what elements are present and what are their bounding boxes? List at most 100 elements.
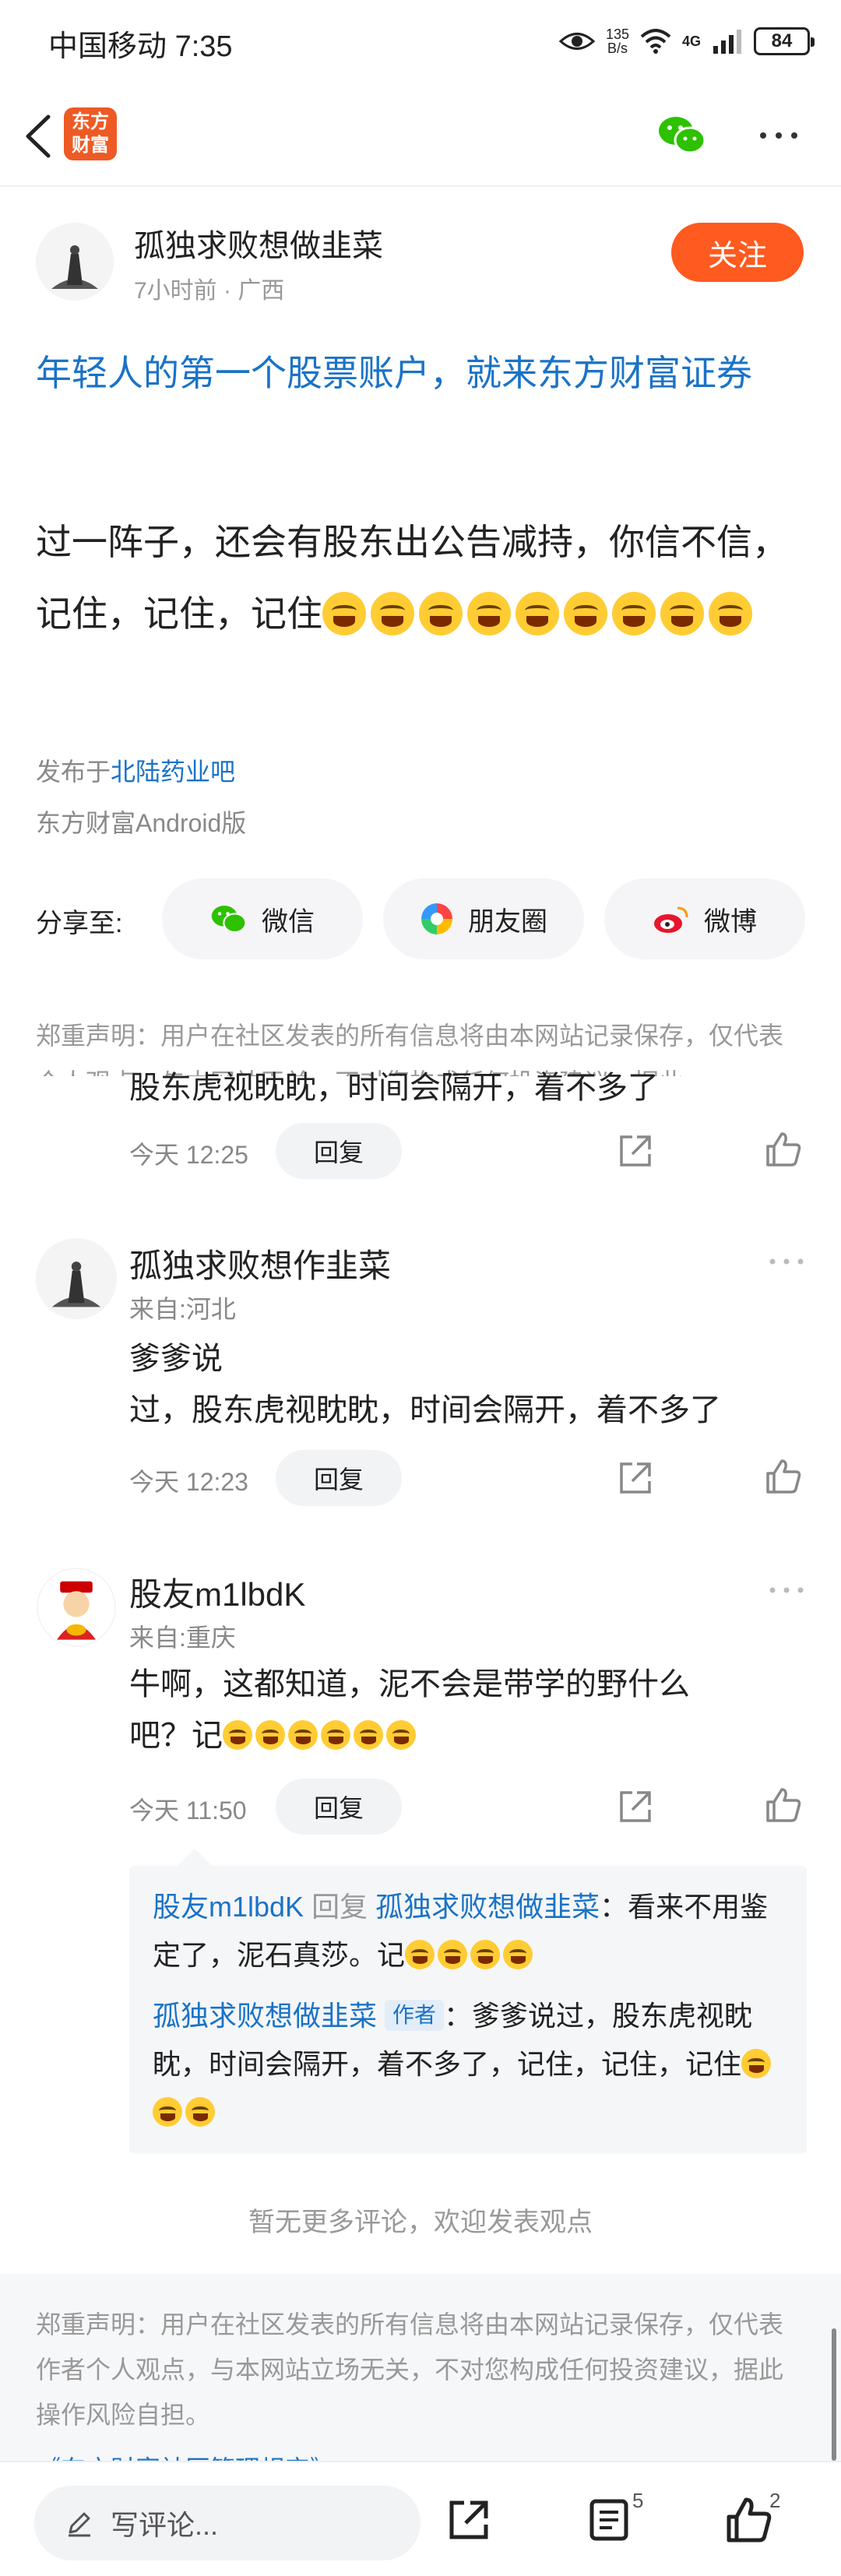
nav-bar: 东方 财富 [0,92,841,179]
laughing-emoji-icon [405,1940,435,1970]
share-moments-button[interactable]: 朋友圈 [383,878,584,959]
comment-text: 牛啊，这都知道，泥不会是带学的野什么 吧？记 [129,1659,807,1761]
comment-input[interactable]: 写评论... [34,2486,420,2560]
wifi-icon [640,29,671,54]
more-options-icon[interactable] [755,112,802,159]
comment-text-fragment: 吧？记 [129,1719,223,1753]
origin-prefix: 发布于 [36,758,111,786]
origin-bar-link[interactable]: 北陆药业吧 [111,758,235,786]
comment-text-line: 爹爹说 [129,1342,223,1376]
net-speed: 135 B/s [606,27,629,55]
thumbs-up-icon[interactable] [763,1456,804,1497]
commenter-avatar[interactable] [36,1567,117,1648]
eastmoney-logo[interactable]: 东方 财富 [64,107,117,160]
share-icon[interactable] [615,1458,656,1498]
nested-reply[interactable]: 孤独求败想做韭菜 作者 ：爹爹说过，股东虎视眈眈，时间会隔开，着不多了，记住，记住… [153,1992,783,2137]
post-title[interactable]: 年轻人的第一个股票账户，就来东方财富证券 [36,343,807,403]
signal-icon [713,30,741,54]
crying-laughing-emoji-icon [709,591,752,635]
comment-text: 股东虎视眈眈，时间会隔开，着不多了 [129,1071,659,1105]
post-author-name[interactable]: 孤独求败想做韭菜 [134,220,383,266]
laughing-emoji-icon [516,591,559,635]
author-badge: 作者 [385,2000,445,2031]
comment-text-line: 吧？记 [129,1710,807,1761]
ink-painting-avatar-image [36,1238,117,1319]
thumbs-up-icon[interactable] [724,2495,774,2545]
laughing-emoji-icon [185,2097,215,2127]
share-icon[interactable] [444,2495,494,2545]
shush-emoji-icon [419,591,463,635]
comment-more-icon[interactable] [766,1582,807,1598]
moments-icon [421,903,452,934]
post-meta: 7小时前 · 广西 [134,271,284,305]
shush-emoji-icon [371,591,414,635]
share-icon[interactable] [615,1131,656,1171]
reply-user-link[interactable]: 股友m1lbdK [153,1891,304,1923]
commenter-location: 来自:重庆 [129,1624,236,1652]
comment-time: 今天 12:23 [129,1468,248,1496]
laughing-emoji-icon [438,1940,468,1970]
laughing-emoji-icon [321,1720,350,1751]
disclaimer-text: 郑重声明：用户在社区发表的所有信息将由本网站记录保存，仅代表作者个人观点，与本网… [36,2310,784,2429]
share-label: 分享至: [36,909,123,938]
meta-separator: · [223,278,238,304]
status-bar: 中国移动 7:35 135 B/s 4G 84 [0,0,841,86]
nested-replies: 股友m1lbdK 回复 孤独求败想做韭菜：看来不用鉴定了，泥石真莎。记 孤独求败… [129,1849,807,2154]
net-speed-unit: B/s [607,40,628,56]
reply-button[interactable]: 回复 [276,1123,402,1179]
laughing-emoji-icon [386,1720,416,1751]
post-origin: 发布于北陆药业吧 [36,752,235,788]
laughing-emoji-icon [354,1720,383,1751]
eye-icon [558,33,595,50]
share-wechat-button[interactable]: 微信 [162,878,363,959]
ink-painting-avatar-image [36,223,114,301]
reply-button[interactable]: 回复 [276,1450,402,1506]
logo-text-bottom: 财富 [72,135,109,156]
share-weibo-label: 微博 [704,906,757,937]
wechat-share-icon[interactable] [657,114,707,156]
follow-button[interactable]: 关注 [671,223,804,282]
share-icon[interactable] [615,1786,656,1827]
laughing-emoji-icon [467,591,511,635]
post-location: 广西 [238,278,285,304]
reply-user-link[interactable]: 孤独求败想做韭菜 [153,2000,377,2032]
thumbs-up-icon[interactable] [763,1129,804,1170]
scrollbar[interactable] [832,2328,836,2461]
logo-text-top: 东方 [72,111,109,132]
reply-button[interactable]: 回复 [276,1779,402,1835]
shush-emoji-icon [322,591,366,635]
carrier-name: 中国移动 [48,30,167,63]
comment-count: 5 [632,2489,644,2512]
clock: 7:35 [174,30,233,63]
comment-text-line: 牛啊，这都知道，泥不会是带学的野什么 [129,1667,690,1701]
comments-icon[interactable] [586,2495,635,2545]
post-time: 7小时前 [134,278,217,304]
status-icons: 135 B/s 4G 84 [558,22,815,61]
back-arrow-icon[interactable] [17,109,64,164]
laughing-emoji-icon [153,2097,182,2127]
comment-time: 今天 12:25 [129,1141,248,1169]
nav-divider [0,185,841,187]
post-body: 过一阵子，还会有股东出公告减持，你信不信，记住，记住，记住 [36,506,807,649]
author-avatar[interactable] [36,223,114,301]
laughing-emoji-icon [564,591,607,635]
commenter-name[interactable]: 孤独求败想作韭菜 [129,1240,391,1287]
commenter-location: 来自:河北 [129,1295,236,1323]
share-moments-label: 朋友圈 [468,906,547,937]
status-carrier-time: 中国移动 7:35 [48,22,233,65]
reply-target-link[interactable]: 孤独求败想做韭菜 [375,1891,600,1923]
battery-level: 84 [771,30,793,51]
comment-time: 今天 11:50 [129,1797,247,1825]
comment-text-line: 过，股东虎视眈眈，时间会隔开，着不多了 [129,1393,721,1427]
fortune-god-avatar-image [37,1568,116,1647]
like-count: 2 [769,2489,781,2512]
thumbs-up-icon[interactable] [763,1785,804,1825]
share-weibo-button[interactable]: 微博 [604,878,805,959]
commenter-name[interactable]: 股友m1lbdK [129,1568,305,1616]
crying-laughing-emoji-icon [660,591,704,635]
commenter-avatar[interactable] [36,1238,117,1319]
no-more-comments: 暂无更多评论，欢迎发表观点 [248,2208,593,2237]
nested-reply[interactable]: 股友m1lbdK 回复 孤独求败想做韭菜：看来不用鉴定了，泥石真莎。记 [153,1883,783,1980]
network-type: 4G [681,33,701,49]
comment-more-icon[interactable] [766,1254,807,1269]
